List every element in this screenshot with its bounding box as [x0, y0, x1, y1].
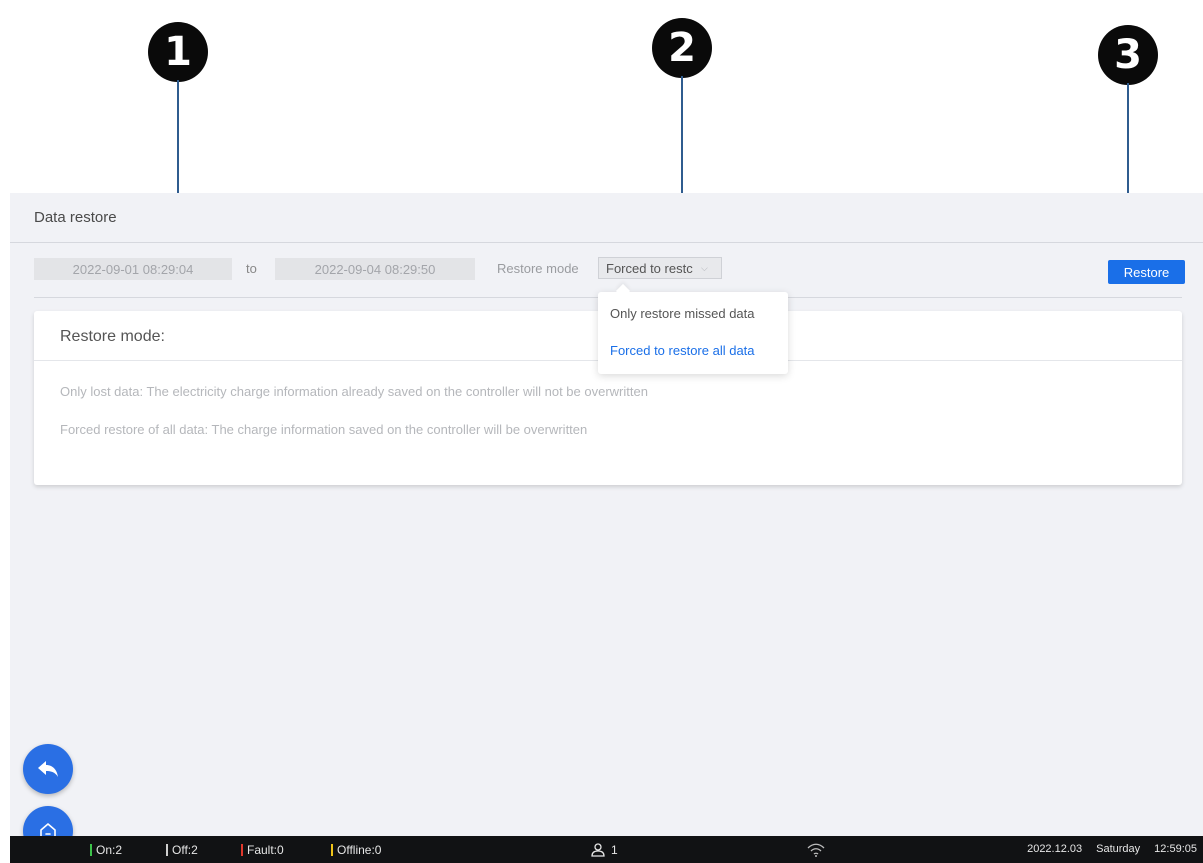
header-divider	[10, 242, 1203, 243]
callout-1: 1	[148, 22, 208, 82]
data-restore-panel: Data restore 2022-09-01 08:29:04 to 2022…	[10, 193, 1203, 836]
on-indicator	[90, 844, 92, 856]
status-bar: On:2 Off:2 Fault:0 Offline:0 1 2022.12.0…	[10, 836, 1203, 863]
status-datetime: 2022.12.03 Saturday 12:59:05	[1027, 843, 1197, 855]
status-users: 1	[590, 843, 618, 857]
status-fault: Fault:0	[241, 843, 284, 857]
status-day: Saturday	[1096, 843, 1141, 855]
info-line-only-lost: Only lost data: The electricity charge i…	[60, 384, 648, 399]
status-offline: Offline:0	[331, 843, 381, 857]
user-icon	[591, 843, 605, 857]
callout-3-line	[1127, 83, 1129, 211]
fault-indicator	[241, 844, 243, 856]
to-label: to	[246, 261, 257, 276]
user-count: 1	[611, 843, 618, 857]
callout-2: 2	[652, 18, 712, 78]
restore-button[interactable]: Restore	[1108, 260, 1185, 284]
start-date-field[interactable]: 2022-09-01 08:29:04	[34, 258, 232, 280]
restore-mode-label: Restore mode	[497, 261, 579, 276]
status-time: 12:59:05	[1154, 843, 1197, 855]
status-off: Off:2	[166, 843, 198, 857]
status-on-label: On:2	[96, 843, 123, 857]
restore-mode-dropdown: Only restore missed data Forced to resto…	[598, 292, 788, 374]
status-offline-label: Offline:0	[337, 843, 382, 857]
end-date-field[interactable]: 2022-09-04 08:29:50	[275, 258, 475, 280]
offline-indicator	[331, 844, 333, 856]
status-fault-label: Fault:0	[247, 843, 284, 857]
restore-mode-select[interactable]: Forced to restc ⌵	[598, 257, 722, 279]
chevron-down-icon: ⌵	[701, 262, 708, 273]
callout-3: 3	[1098, 25, 1158, 85]
status-wifi	[807, 843, 825, 857]
off-indicator	[166, 844, 168, 856]
page-title: Data restore	[34, 209, 117, 226]
callout-2-line	[681, 76, 683, 197]
info-title: Restore mode:	[60, 328, 165, 345]
back-arrow-icon	[38, 761, 58, 777]
status-on: On:2	[90, 843, 122, 857]
wifi-icon	[807, 843, 825, 857]
status-date: 2022.12.03	[1027, 843, 1083, 855]
option-forced-restore-all[interactable]: Forced to restore all data	[610, 343, 755, 358]
info-line-forced: Forced restore of all data: The charge i…	[60, 422, 588, 437]
restore-mode-value: Forced to restc	[606, 260, 693, 276]
option-only-restore-missed[interactable]: Only restore missed data	[610, 306, 755, 321]
status-off-label: Off:2	[172, 843, 198, 857]
back-button[interactable]	[23, 744, 73, 794]
